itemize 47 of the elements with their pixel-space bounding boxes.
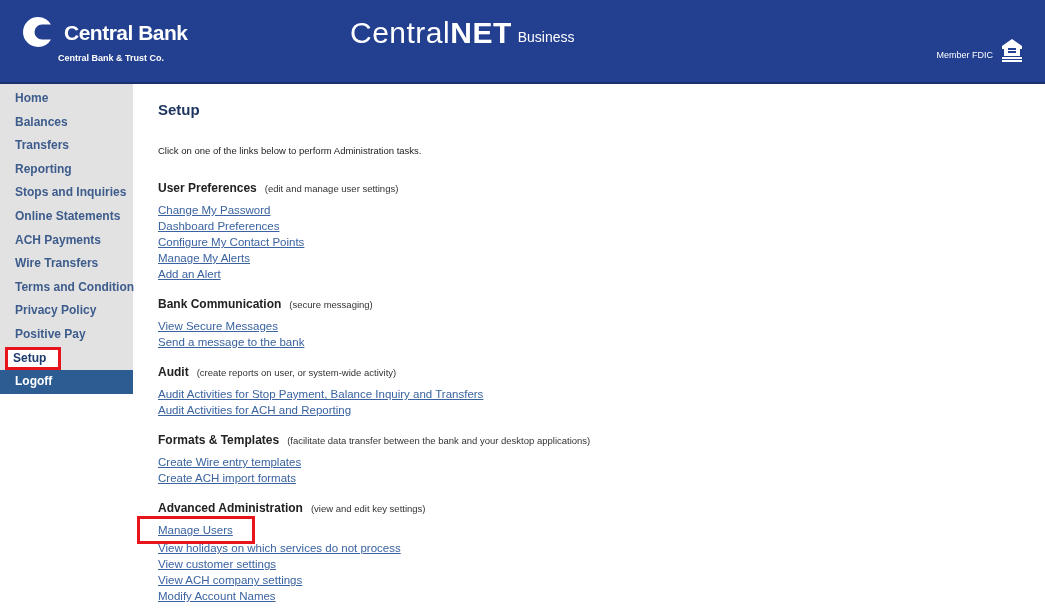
task-link[interactable]: Manage Users bbox=[137, 516, 255, 544]
task-link[interactable]: Create Wire entry templates bbox=[158, 455, 302, 470]
task-link[interactable]: Audit Activities for Stop Payment, Balance Inquiry and Transfers bbox=[158, 387, 484, 402]
nav-link[interactable]: Setup bbox=[5, 346, 61, 371]
nav-link[interactable]: Terms and Condition bbox=[0, 275, 133, 300]
task-link[interactable]: View Secure Messages bbox=[158, 319, 278, 334]
page-title: Setup bbox=[158, 100, 201, 120]
task-link[interactable]: Manage My Alerts bbox=[158, 251, 251, 266]
nav-link[interactable]: Logoff bbox=[0, 370, 133, 394]
task-link[interactable]: Audit Activities for ACH and Reporting bbox=[158, 403, 352, 418]
task-link[interactable]: Add an Alert bbox=[158, 267, 221, 282]
task-link[interactable]: Configure My Contact Points bbox=[158, 235, 305, 250]
nav-link[interactable]: Online Statements bbox=[0, 204, 133, 229]
section-heading: Bank Communication bbox=[158, 296, 282, 312]
task-link[interactable]: View ACH company settings bbox=[158, 573, 303, 588]
task-link[interactable]: View customer settings bbox=[158, 557, 277, 572]
member-fdic-text: Member FDIC bbox=[936, 48, 993, 62]
nav-link[interactable]: Transfers bbox=[0, 134, 133, 158]
nav-link[interactable]: Positive Pay bbox=[0, 322, 133, 347]
nav-link[interactable]: Home bbox=[0, 87, 133, 111]
product-suffix: Business bbox=[517, 27, 575, 47]
section-note: (view and edit key settings) bbox=[310, 502, 426, 516]
section-note: (edit and manage user settings) bbox=[264, 182, 399, 196]
equal-housing-icon bbox=[1001, 38, 1023, 62]
nav-link[interactable]: Reporting bbox=[0, 157, 133, 182]
section-heading: Formats & Templates bbox=[158, 432, 280, 448]
task-link[interactable]: Create ACH import formats bbox=[158, 471, 297, 486]
section-note: (facilitate data transfer between the bank and your desktop applications) bbox=[287, 434, 591, 448]
nav-link[interactable]: Privacy Policy bbox=[0, 299, 133, 323]
task-link[interactable]: Dashboard Preferences bbox=[158, 219, 280, 234]
product-name: CentralNET bbox=[350, 14, 512, 51]
bank-subtitle: Central Bank & Trust Co. bbox=[58, 52, 166, 65]
nav-link[interactable]: Balances bbox=[0, 110, 133, 135]
task-link[interactable]: Modify Account Names bbox=[158, 589, 276, 604]
task-link[interactable]: Send a message to the bank bbox=[158, 335, 305, 350]
section-note: (create reports on user, or system-wide activity) bbox=[196, 366, 397, 380]
intro-text: Click on one of the links below to perform Administration tasks. bbox=[158, 144, 423, 158]
nav-link[interactable]: Wire Transfers bbox=[0, 252, 133, 276]
section-heading: Advanced Administration bbox=[158, 500, 303, 516]
nav-link[interactable]: ACH Payments bbox=[0, 228, 133, 253]
section-heading: User Preferences bbox=[158, 180, 257, 196]
bank-name: Central Bank bbox=[64, 19, 188, 46]
nav-link[interactable]: Stops and Inquiries bbox=[0, 181, 133, 205]
task-link[interactable]: View holidays on which services do not process bbox=[158, 541, 401, 556]
section-heading: Audit bbox=[158, 364, 189, 380]
section-note: (secure messaging) bbox=[289, 298, 373, 312]
task-link[interactable]: Change My Password bbox=[158, 203, 271, 218]
